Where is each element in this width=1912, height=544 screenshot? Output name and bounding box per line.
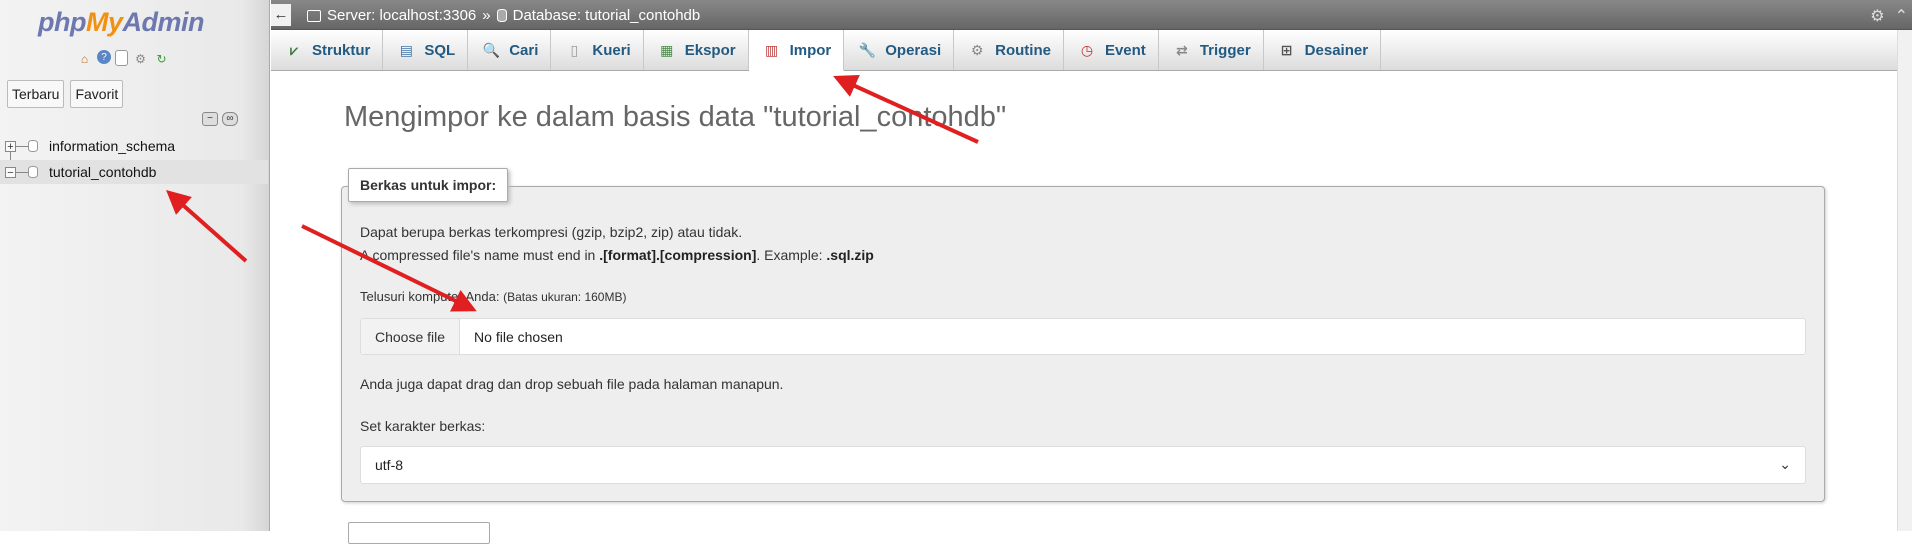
database-icon: [28, 140, 38, 152]
vertical-scrollbar[interactable]: [1897, 30, 1912, 531]
settings-icon[interactable]: ⚙: [1870, 6, 1884, 26]
settings-icon[interactable]: ⚙: [132, 50, 149, 67]
maximize-icon[interactable]: ⌃: [1895, 6, 1908, 26]
tab-event[interactable]: ◷ Event: [1064, 30, 1159, 70]
page-title: Mengimpor ke dalam basis data "tutorial_…: [344, 101, 1007, 133]
compression-note: Dapat berupa berkas terkompresi (gzip, b…: [360, 224, 743, 240]
home-icon[interactable]: ⌂: [76, 50, 93, 67]
tab-kueri[interactable]: ▯ Kueri: [551, 30, 644, 70]
sql-icon: ▤: [399, 41, 413, 58]
file-input[interactable]: Choose file No file chosen: [360, 318, 1806, 355]
designer-icon: ⊞: [1280, 41, 1293, 58]
collapse-icon[interactable]: −: [5, 166, 16, 178]
fieldset-legend: Berkas untuk impor:: [348, 168, 509, 202]
favorite-button[interactable]: Favorit: [70, 80, 124, 108]
choose-file-button[interactable]: Choose file: [361, 319, 461, 354]
tab-operasi[interactable]: 🔧 Operasi: [844, 30, 955, 70]
database-icon: [496, 9, 507, 22]
link-with-main-icon[interactable]: ∞: [222, 112, 238, 126]
phpmyadmin-logo[interactable]: phpMyAdmin: [38, 7, 204, 38]
compressed-name-note: A compressed file's name must end in .[f…: [360, 247, 874, 263]
database-icon: [28, 166, 38, 178]
breadcrumb-database[interactable]: Database: tutorial_contohdb: [513, 7, 701, 24]
clock-icon: ◷: [1080, 41, 1094, 58]
collapse-sidebar-button[interactable]: ←: [271, 4, 291, 26]
chevron-down-icon: ⌄: [1779, 456, 1791, 472]
tab-cari[interactable]: 🔍 Cari: [468, 30, 552, 70]
import-icon: ▥: [764, 41, 779, 58]
drag-drop-note: Anda juga dapat drag dan drop sebuah fil…: [360, 376, 784, 392]
query-icon: ▯: [570, 41, 579, 58]
tab-bar: ⩗ Struktur ▤ SQL 🔍 Cari ▯ Kueri ▦ Ekspor ▥ Imp…: [271, 30, 1898, 71]
charset-value: utf-8: [375, 457, 404, 473]
structure-icon: ⩗: [290, 41, 298, 58]
db-name[interactable]: tutorial_contohdb: [49, 164, 156, 180]
help-icon[interactable]: ?: [97, 50, 111, 64]
search-icon: 🔍: [482, 41, 500, 58]
expand-icon[interactable]: +: [5, 140, 16, 152]
quick-icons: ⌂ ? ⚙ ↻: [76, 50, 170, 67]
next-fieldset-legend: [348, 522, 490, 544]
tab-struktur[interactable]: ⩗ Struktur: [271, 30, 384, 70]
tab-routine[interactable]: ⚙ Routine: [954, 30, 1064, 70]
breadcrumb-bar: ← Server: localhost:3306 » Database: tut…: [271, 0, 1912, 30]
collapse-all-icon[interactable]: −: [202, 112, 218, 126]
tab-ekspor[interactable]: ▦ Ekspor: [644, 30, 749, 70]
recent-button[interactable]: Terbaru: [7, 80, 65, 108]
db-item-tutorial-contohdb[interactable]: − tutorial_contohdb: [0, 160, 268, 184]
navigation-panel: phpMyAdmin ⌂ ? ⚙ ↻ Terbaru Favorit − ∞ +…: [0, 0, 270, 531]
breadcrumb-server[interactable]: Server: localhost:3306: [327, 7, 476, 24]
export-icon: ▦: [660, 41, 674, 58]
trigger-icon: ⇄: [1175, 41, 1188, 58]
tab-sql[interactable]: ▤ SQL: [383, 30, 469, 70]
browse-label: Telusuri komputer Anda: (Batas ukuran: 1…: [360, 289, 627, 304]
charset-select[interactable]: utf-8 ⌄: [360, 446, 1806, 484]
docs-icon[interactable]: [115, 50, 128, 66]
server-icon: [307, 9, 321, 22]
wrench-icon: 🔧: [858, 41, 876, 58]
file-status: No file chosen: [474, 328, 563, 345]
tab-desainer[interactable]: ⊞ Desainer: [1264, 30, 1382, 70]
breadcrumb: Server: localhost:3306 » Database: tutor…: [307, 7, 700, 24]
db-item-information-schema[interactable]: + information_schema: [0, 134, 268, 158]
charset-label: Set karakter berkas:: [360, 418, 486, 434]
tab-trigger[interactable]: ⇄ Trigger: [1159, 30, 1264, 70]
tab-impor[interactable]: ▥ Impor: [748, 30, 845, 71]
db-name[interactable]: information_schema: [49, 138, 175, 154]
breadcrumb-separator: »: [482, 7, 491, 24]
routine-icon: ⚙: [970, 41, 984, 58]
reload-icon[interactable]: ↻: [153, 50, 170, 67]
